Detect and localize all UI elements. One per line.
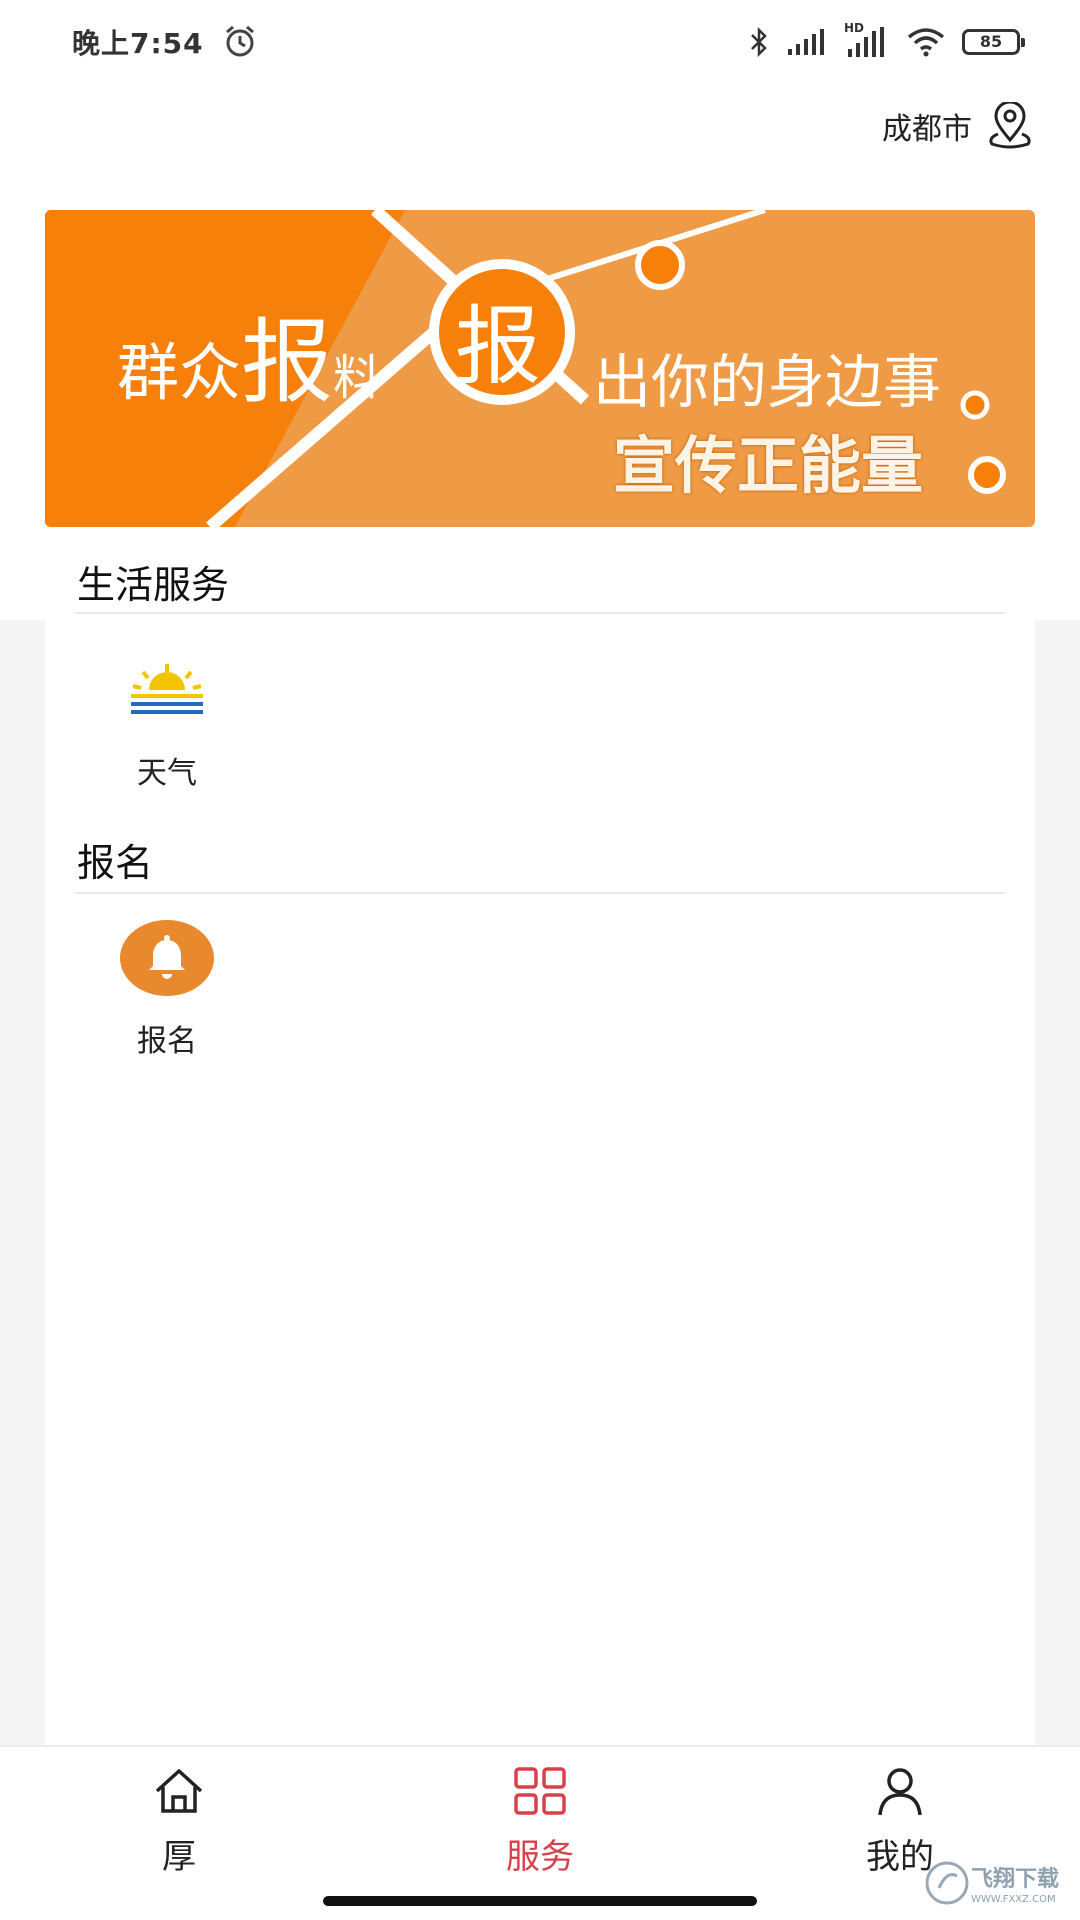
- service-weather[interactable]: 天气: [97, 650, 237, 792]
- service-weather-label: 天气: [137, 756, 197, 791]
- banner-badge-text: 报: [455, 297, 541, 397]
- home-icon: [155, 1769, 203, 1813]
- watermark-logo: 飞翔下载 WWW.FXXZ.COM: [925, 1858, 1075, 1908]
- alarm-icon: [226, 25, 254, 57]
- section-divider: [75, 612, 1005, 614]
- section-title-signup: 报名: [77, 841, 154, 885]
- banner-headline-part3: 料: [333, 350, 382, 406]
- banner-headline-part2: 报: [241, 309, 334, 416]
- tab-services[interactable]: 服务: [440, 1747, 640, 1877]
- service-signup[interactable]: 报名: [97, 918, 237, 1060]
- tab-services-label: 服务: [506, 1837, 574, 1877]
- wifi-icon: [907, 28, 945, 57]
- location-selector[interactable]: 成都市: [882, 96, 1036, 156]
- status-time: 晚上7:54: [72, 27, 204, 60]
- bottom-tab-bar: 厚 服务 我的: [0, 1745, 1080, 1920]
- bluetooth-icon: [751, 26, 767, 58]
- bell-icon: [119, 918, 215, 998]
- banner-slogan: 宣传正能量: [613, 429, 924, 502]
- svg-text:WWW.FXXZ.COM: WWW.FXXZ.COM: [971, 1894, 1056, 1905]
- location-pin-icon: [989, 102, 1031, 149]
- banner-headline: 群众报料: [117, 288, 381, 421]
- user-icon: [878, 1768, 922, 1816]
- section-title-life-services: 生活服务: [77, 563, 230, 607]
- services-panel: 生活服务 天气 报名 报名: [45, 540, 1035, 1745]
- tab-home-label: 厚: [162, 1837, 196, 1877]
- location-city: 成都市: [882, 112, 972, 147]
- weather-sunrise-icon: [119, 650, 215, 730]
- promo-banner[interactable]: 群众报料 报 出你的身边事 宣传正能量: [45, 210, 1035, 527]
- section-divider: [75, 892, 1005, 894]
- svg-text:飞翔下载: 飞翔下载: [971, 1866, 1059, 1892]
- signal-icon: [788, 29, 824, 55]
- hd-signal-icon: HD: [844, 21, 890, 59]
- home-indicator[interactable]: [323, 1896, 757, 1906]
- tab-home[interactable]: 厚: [79, 1747, 279, 1877]
- banner-headline-part1: 群众: [117, 336, 242, 409]
- tab-profile[interactable]: 我的: [800, 1747, 1000, 1877]
- battery-icon: 85: [962, 29, 1025, 55]
- status-bar: 晚上7:54 HD 85: [0, 0, 1080, 84]
- banner-subline: 出你的身边事: [593, 348, 942, 416]
- grid-icon: [514, 1767, 566, 1815]
- service-signup-label: 报名: [137, 1024, 197, 1059]
- status-icons: HD 85: [748, 21, 1025, 60]
